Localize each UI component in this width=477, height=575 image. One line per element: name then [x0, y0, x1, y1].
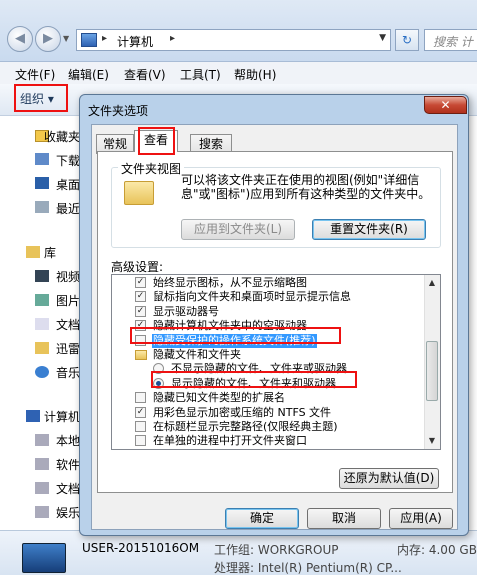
setting-label: 在缩略图上显示文件图标	[152, 449, 275, 450]
reset-folders-button[interactable]: 重置文件夹(R)	[312, 219, 426, 240]
setting-label: 用彩色显示加密或压缩的 NTFS 文件	[153, 405, 332, 419]
sidebar-item-software[interactable]: 软件	[56, 456, 80, 473]
setting-label: 隐藏文件和文件夹	[153, 348, 241, 361]
sidebar-item-downloads[interactable]: 下载	[56, 152, 80, 169]
back-arrow-icon: ◀	[15, 31, 25, 46]
setting-checkbox[interactable]	[135, 435, 146, 447]
computer-icon	[22, 543, 66, 573]
breadcrumb-chevron-icon[interactable]: ▸	[170, 33, 175, 44]
address-dropdown-icon[interactable]: ▼	[379, 33, 386, 43]
folder-icon	[135, 350, 147, 360]
folder-views-title: 文件夹视图	[118, 160, 185, 177]
picture-icon	[35, 294, 49, 306]
breadcrumb-chevron-icon[interactable]: ▸	[102, 33, 107, 44]
sidebar-item-recent[interactable]: 最近	[56, 200, 80, 217]
sidebar-item-docs-drive[interactable]: 文档	[56, 480, 80, 497]
close-button[interactable]: ✕	[424, 96, 467, 114]
folder-icon	[124, 181, 154, 205]
sidebar-item-pictures[interactable]: 图片	[56, 292, 80, 309]
menu-tools[interactable]: 工具(T)	[180, 66, 221, 83]
setting-checkbox[interactable]: ✓	[135, 305, 146, 317]
highlight-box	[151, 371, 357, 388]
sidebar-item-xunlei[interactable]: 迅雷	[56, 340, 80, 357]
sidebar-item-music[interactable]: 音乐	[56, 364, 80, 381]
sidebar-item-documents[interactable]: 文档	[56, 316, 80, 333]
setting-label: 在单独的进程中打开文件夹窗口	[153, 434, 307, 448]
highlight-box	[130, 327, 341, 344]
sidebar-computer[interactable]: 计算机	[44, 408, 80, 425]
download-icon	[35, 153, 49, 165]
setting-checkbox[interactable]: ✓	[135, 406, 146, 418]
desktop-icon	[35, 177, 49, 189]
highlight-box	[14, 84, 68, 112]
menu-file[interactable]: 文件(F)	[15, 66, 55, 83]
apply-to-folders-button[interactable]: 应用到文件夹(L)	[181, 219, 295, 240]
setting-label: 鼠标指向文件夹和桌面项时显示提示信息	[153, 290, 351, 304]
advanced-settings-list[interactable]: ✓ 始终显示图标，从不显示缩略图 ✓ 鼠标指向文件夹和桌面项时显示提示信息 ✓ 显示驱动器…	[111, 274, 441, 450]
sidebar-item-local-disk[interactable]: 本地	[56, 432, 80, 449]
forward-button[interactable]: ▶	[35, 26, 61, 52]
highlight-box	[138, 127, 175, 155]
breadcrumb-computer[interactable]: 计算机	[117, 33, 153, 50]
scroll-down-icon[interactable]: ▼	[424, 433, 440, 449]
refresh-icon: ↻	[401, 33, 413, 47]
sidebar-item-video[interactable]: 视频	[56, 268, 80, 285]
workgroup: 工作组: WORKGROUP	[214, 543, 339, 557]
video-icon	[35, 270, 49, 282]
scroll-up-icon[interactable]: ▲	[424, 275, 440, 291]
memory: 内存: 4.00 GB	[397, 543, 477, 557]
computer-name: USER-20151016OM	[82, 541, 200, 555]
library-icon	[26, 246, 40, 258]
folder-icon	[35, 342, 49, 354]
setting-label: 在标题栏显示完整路径(仅限经典主题)	[153, 420, 338, 433]
address-field[interactable]: ▸ 计算机 ▸ ▼	[76, 29, 391, 51]
setting-label: 显示驱动器号	[153, 304, 219, 318]
recent-icon	[35, 201, 49, 213]
ok-button[interactable]: 确定	[225, 508, 299, 529]
scrollbar-thumb[interactable]	[426, 341, 438, 401]
dialog-title: 文件夹选项	[88, 104, 149, 118]
sidebar-favorites[interactable]: 收藏夹	[44, 128, 80, 145]
apply-button[interactable]: 应用(A)	[389, 508, 453, 529]
menu-edit[interactable]: 编辑(E)	[68, 66, 109, 83]
drive-icon	[35, 482, 49, 494]
computer-icon	[81, 33, 97, 47]
setting-checkbox[interactable]: ✓	[135, 277, 146, 288]
drive-icon	[35, 506, 49, 518]
drive-icon	[35, 434, 49, 446]
computer-icon	[26, 410, 40, 422]
sidebar-item-entertainment[interactable]: 娱乐	[56, 504, 80, 521]
back-button[interactable]: ◀	[7, 26, 33, 52]
setting-checkbox[interactable]	[135, 392, 146, 404]
menu-view[interactable]: 查看(V)	[124, 66, 166, 83]
setting-label: 隐藏已知文件类型的扩展名	[153, 391, 285, 405]
sidebar-item-desktop[interactable]: 桌面	[56, 176, 80, 193]
menu-help[interactable]: 帮助(H)	[234, 66, 276, 83]
drive-icon	[35, 458, 49, 470]
sidebar-libraries[interactable]: 库	[44, 244, 56, 261]
music-icon	[35, 366, 49, 378]
refresh-button[interactable]: ↻	[395, 29, 419, 51]
setting-checkbox[interactable]	[135, 421, 146, 432]
search-input[interactable]: 搜索 计	[424, 29, 477, 51]
processor: 处理器: Intel(R) Pentium(R) CP...	[214, 561, 402, 575]
advanced-settings-label: 高级设置:	[111, 260, 164, 274]
document-icon	[35, 318, 49, 330]
cancel-button[interactable]: 取消	[307, 508, 381, 529]
restore-defaults-button[interactable]: 还原为默认值(D)	[339, 468, 439, 489]
close-icon: ✕	[440, 98, 451, 112]
setting-checkbox[interactable]: ✓	[135, 291, 146, 303]
setting-label: 始终显示图标，从不显示缩略图	[153, 276, 307, 289]
forward-arrow-icon: ▶	[43, 31, 53, 46]
recent-pages-dropdown-icon[interactable]: ▼	[63, 34, 69, 43]
folder-views-description: 可以将该文件夹正在使用的视图(例如"详细信息"或"图标")应用到所有这种类型的文…	[181, 173, 431, 201]
